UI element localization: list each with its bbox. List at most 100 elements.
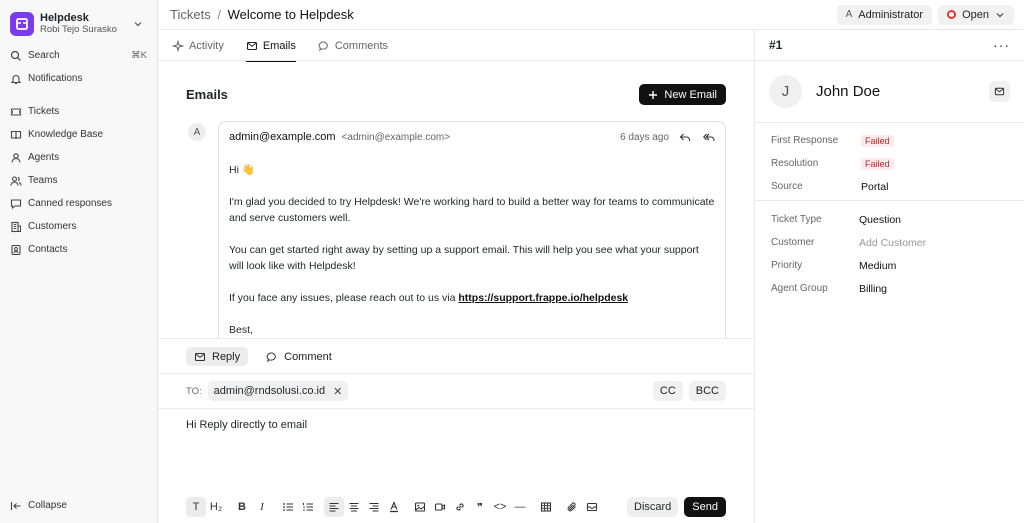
email-sender-address: <admin@example.com>: [341, 131, 451, 143]
editor-toolbar: T H₂ B I ❞ <> — Discard Send: [186, 497, 726, 517]
reply-icon[interactable]: [679, 131, 691, 143]
table-icon[interactable]: [536, 497, 556, 517]
emails-heading: Emails: [186, 87, 228, 102]
cc-button[interactable]: CC: [652, 381, 683, 401]
bell-icon: [10, 73, 24, 85]
sidebar-notifications[interactable]: Notifications: [0, 67, 157, 90]
link-icon[interactable]: [450, 497, 470, 517]
field-label: Customer: [771, 237, 815, 248]
font-color-icon[interactable]: [384, 497, 404, 517]
workspace-switcher[interactable]: Helpdesk Robi Tejo Surasko: [0, 0, 157, 44]
sidebar-item-canned-responses[interactable]: Canned responses: [0, 192, 157, 215]
ticket-tabs: Activity Emails Comments: [158, 30, 754, 62]
sidebar-item-label: Customers: [28, 221, 77, 232]
code-icon[interactable]: <>: [490, 497, 510, 517]
field-ticket-type[interactable]: Ticket Type Question: [755, 208, 1024, 231]
italic-button[interactable]: I: [252, 497, 272, 517]
status-label: Open: [962, 8, 989, 21]
topbar: Tickets / Welcome to Helpdesk A Administ…: [158, 0, 1024, 30]
comment-tab[interactable]: Comment: [258, 347, 340, 366]
bold-button[interactable]: B: [232, 497, 252, 517]
reply-all-icon[interactable]: [703, 131, 715, 143]
tab-emails[interactable]: Emails: [245, 30, 296, 62]
close-icon[interactable]: ✕: [333, 385, 342, 398]
new-email-button[interactable]: New Email: [639, 84, 726, 105]
book-icon: [10, 129, 24, 141]
user-name: Robi Tejo Surasko: [40, 24, 117, 35]
align-right-icon[interactable]: [364, 497, 384, 517]
bcc-button[interactable]: BCC: [688, 381, 726, 401]
field-agent-group[interactable]: Agent Group Billing: [755, 277, 1024, 300]
heading-button[interactable]: H₂: [206, 497, 226, 517]
sidebar-item-teams[interactable]: Teams: [0, 169, 157, 192]
source-value: Portal: [861, 180, 889, 193]
agent-group-select[interactable]: Billing: [859, 283, 887, 295]
breadcrumb-tickets[interactable]: Tickets: [170, 7, 211, 22]
field-customer[interactable]: Customer Add Customer: [755, 231, 1024, 254]
bullet-list-icon[interactable]: [278, 497, 298, 517]
ticket-details-panel: #1 ··· J John Doe First Response Failed …: [754, 30, 1024, 523]
divider-icon[interactable]: —: [510, 497, 530, 517]
field-priority[interactable]: Priority Medium: [755, 254, 1024, 277]
image-icon[interactable]: [410, 497, 430, 517]
comment-icon: [266, 351, 278, 363]
email-timestamp: 6 days ago: [620, 131, 669, 143]
avatar: A: [188, 123, 206, 141]
email-contact-button[interactable]: [989, 81, 1010, 102]
collapse-sidebar-button[interactable]: Collapse: [0, 494, 77, 517]
discard-button[interactable]: Discard: [627, 497, 679, 517]
breadcrumb-separator: /: [217, 7, 221, 22]
priority-select[interactable]: Medium: [859, 260, 896, 272]
email-paragraph: If you face any issues, please reach out…: [229, 290, 715, 306]
tab-label: Comments: [334, 39, 389, 52]
tab-comments[interactable]: Comments: [318, 30, 388, 61]
status-badge: Failed: [861, 157, 894, 170]
message-icon: [10, 198, 24, 210]
quote-icon[interactable]: ❞: [470, 497, 490, 517]
align-left-icon[interactable]: [324, 497, 344, 517]
to-label: TO:: [186, 385, 202, 397]
tab-label: Emails: [262, 39, 296, 52]
attachment-icon[interactable]: [562, 497, 582, 517]
canned-response-icon[interactable]: [582, 497, 602, 517]
reply-body-input[interactable]: Hi Reply directly to email: [158, 409, 754, 441]
field-label: Priority: [771, 260, 803, 271]
email-paragraph: You can get started right away by settin…: [229, 244, 699, 272]
contact-name[interactable]: John Doe: [816, 83, 880, 100]
numbered-list-icon[interactable]: [298, 497, 318, 517]
text-style-button[interactable]: T: [186, 497, 206, 517]
field-label: Ticket Type: [771, 214, 822, 225]
send-button[interactable]: Send: [684, 497, 726, 517]
email-signoff: Best,: [229, 324, 253, 336]
reply-tab[interactable]: Reply: [186, 347, 249, 366]
align-center-icon[interactable]: [344, 497, 364, 517]
sidebar-item-label: Canned responses: [28, 198, 112, 209]
email-paragraph-text: If you face any issues, please reach out…: [229, 292, 459, 304]
notifications-label: Notifications: [28, 73, 83, 84]
sidebar-item-customers[interactable]: Customers: [0, 215, 157, 238]
video-icon[interactable]: [430, 497, 450, 517]
status-dropdown[interactable]: Open: [938, 4, 1014, 25]
chevron-down-icon: [995, 10, 1005, 20]
customer-select[interactable]: Add Customer: [859, 237, 926, 249]
emails-panel: Emails New Email A admin@example.com <ad…: [158, 61, 754, 338]
plus-icon: [648, 90, 658, 100]
ticket-properties: Ticket Type Question Customer Add Custom…: [755, 201, 1024, 300]
sidebar-item-contacts[interactable]: Contacts: [0, 238, 157, 261]
comment-icon: [318, 40, 330, 52]
user-icon: [10, 152, 24, 164]
support-link[interactable]: https://support.frappe.io/helpdesk: [458, 292, 628, 304]
assignee-label: Administrator: [858, 8, 924, 21]
tab-activity[interactable]: Activity: [172, 30, 224, 61]
collapse-label: Collapse: [28, 500, 67, 511]
ticket-type-select[interactable]: Question: [859, 214, 901, 226]
email-sender: admin@example.com: [229, 131, 336, 143]
sidebar-item-agents[interactable]: Agents: [0, 146, 157, 169]
sla-row-first-response: First Response Failed: [755, 129, 1024, 152]
sidebar-search[interactable]: Search ⌘K: [0, 44, 157, 67]
more-options-icon[interactable]: ···: [993, 37, 1010, 53]
sidebar-item-tickets[interactable]: Tickets: [0, 100, 157, 123]
recipient-email: admin@rndsolusi.co.id: [213, 385, 326, 397]
assignee-button[interactable]: A Administrator: [836, 4, 933, 25]
sidebar-item-knowledge-base[interactable]: Knowledge Base: [0, 123, 157, 146]
